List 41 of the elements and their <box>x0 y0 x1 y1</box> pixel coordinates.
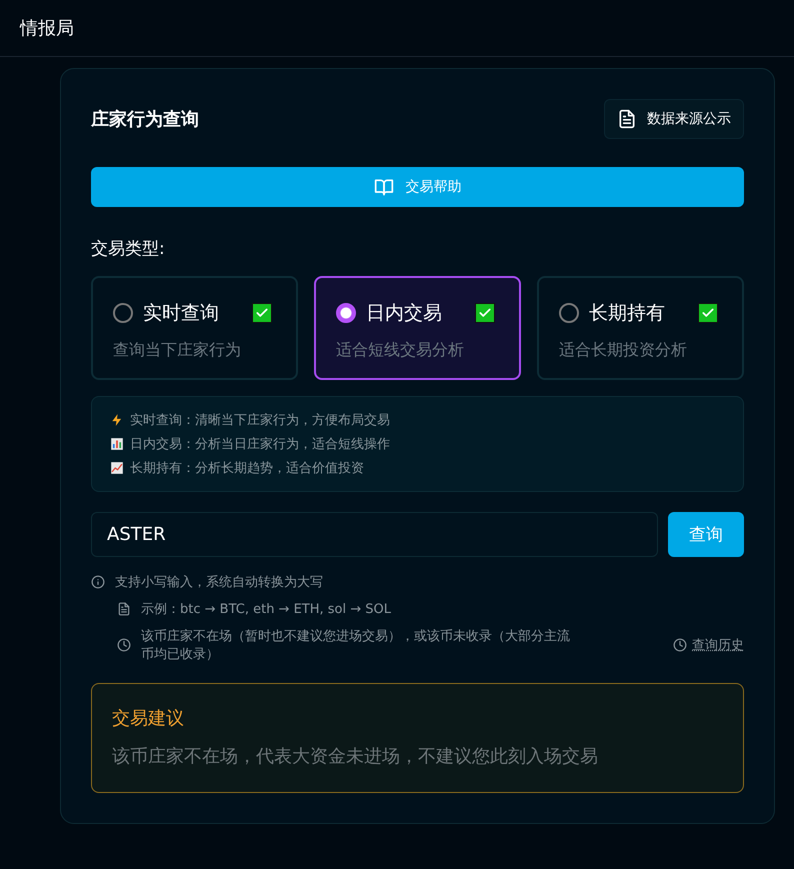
checkmark-icon <box>478 306 492 320</box>
type-label: 交易类型: <box>91 238 166 260</box>
card-title: 庄家行为查询 <box>91 108 199 131</box>
checkbox[interactable] <box>252 303 272 323</box>
checkbox[interactable] <box>698 303 718 323</box>
option-label: 长期持有 <box>589 301 666 326</box>
option-card[interactable]: 日内交易 适合短线交易分析 <box>314 276 521 380</box>
history-link[interactable]: 查询历史 <box>673 636 744 654</box>
checkmark-icon <box>255 306 269 320</box>
clock-icon <box>673 638 687 652</box>
clock-icon <box>117 638 131 652</box>
option-description: 适合长期投资分析 <box>559 340 688 361</box>
hint-text: 支持小写输入，系统自动转换为大写 <box>115 574 323 591</box>
lightning-icon <box>110 413 124 427</box>
book-icon <box>374 177 394 197</box>
radio-button[interactable] <box>113 303 133 323</box>
hint-text: 示例：btc → BTC, eth → ETH, sol → SOL <box>141 601 392 618</box>
advice-text: 该币庄家不在场，代表大资金未进场，不建议您此刻入场交易 <box>112 745 599 768</box>
bar-chart-icon <box>110 437 124 451</box>
option-description: 适合短线交易分析 <box>336 340 465 361</box>
line-chart-icon <box>110 461 124 475</box>
search-field[interactable]: ASTER <box>91 512 658 557</box>
app-title: 情报局 <box>20 17 74 40</box>
data-source-button[interactable]: 数据来源公示 <box>604 99 744 139</box>
advice-title: 交易建议 <box>112 707 185 730</box>
checkbox[interactable] <box>475 303 495 323</box>
document-icon <box>117 602 131 616</box>
note-text: 长期持有：分析长期趋势，适合价值投资 <box>130 460 364 477</box>
option-card[interactable]: 实时查询 查询当下庄家行为 <box>91 276 298 380</box>
note-text: 实时查询：清晰当下庄家行为，方便布局交易 <box>130 412 390 429</box>
radio-button[interactable] <box>559 303 579 323</box>
document-icon <box>617 109 637 129</box>
checkmark-icon <box>701 306 715 320</box>
option-label: 日内交易 <box>366 301 443 326</box>
option-description: 查询当下庄家行为 <box>113 340 242 361</box>
info-icon <box>91 575 105 589</box>
note-text: 日内交易：分析当日庄家行为，适合短线操作 <box>130 436 390 453</box>
option-label: 实时查询 <box>143 301 220 326</box>
hint-text: 该币庄家不在场（暂时也不建议您进场交易），或该币未收录（大部分主流币均已收录） <box>141 628 571 663</box>
radio-button[interactable] <box>336 303 356 323</box>
option-card[interactable]: 长期持有 适合长期投资分析 <box>537 276 744 380</box>
